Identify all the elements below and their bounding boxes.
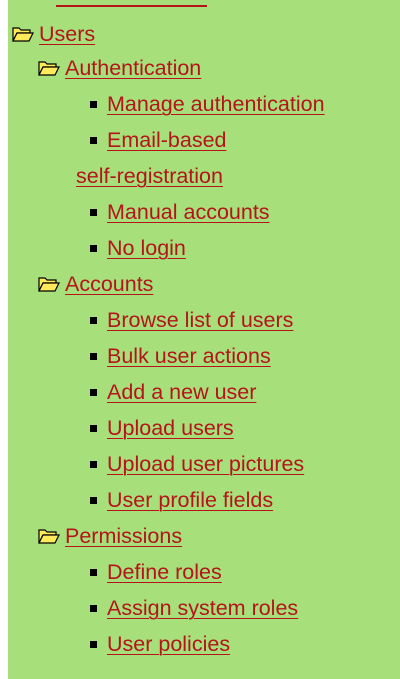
open-folder-icon (12, 27, 34, 42)
upload-users-link[interactable]: Upload users (107, 414, 234, 442)
manage-authentication-link[interactable]: Manage authentication (107, 90, 325, 118)
bullet-icon (90, 604, 97, 612)
users-link[interactable]: Users (39, 20, 95, 48)
bullet-icon (90, 496, 97, 504)
tree-node-permissions[interactable]: Permissions (38, 516, 182, 556)
bullet-icon (90, 388, 97, 396)
admin-navigation-panel: Users Authentication Manage authenticati… (8, 0, 400, 679)
user-policies-link[interactable]: User policies (107, 630, 230, 658)
list-item[interactable]: Email-based (90, 120, 227, 160)
permissions-link[interactable]: Permissions (65, 522, 182, 550)
list-item-continuation[interactable]: self-registration (76, 156, 223, 196)
add-new-user-link[interactable]: Add a new user (107, 378, 256, 406)
list-item[interactable]: User policies (90, 624, 230, 664)
bullet-icon (90, 568, 97, 576)
bullet-icon (90, 244, 97, 252)
list-item[interactable]: User profile fields (90, 480, 273, 520)
list-item[interactable]: Upload user pictures (90, 444, 304, 484)
upload-user-pictures-link[interactable]: Upload user pictures (107, 450, 304, 478)
list-item[interactable]: Assign system roles (90, 588, 298, 628)
bullet-icon (90, 208, 97, 216)
list-item[interactable]: Bulk user actions (90, 336, 271, 376)
bullet-icon (90, 352, 97, 360)
self-registration-link-line2[interactable]: self-registration (76, 162, 223, 190)
list-item[interactable]: No login (90, 228, 186, 268)
tree-node-authentication[interactable]: Authentication (38, 48, 201, 88)
list-item[interactable]: Upload users (90, 408, 234, 448)
accounts-link[interactable]: Accounts (65, 270, 153, 298)
bullet-icon (90, 316, 97, 324)
user-profile-fields-link[interactable]: User profile fields (107, 486, 273, 514)
list-item[interactable]: Manage authentication (90, 84, 325, 124)
list-item[interactable]: Define roles (90, 552, 222, 592)
manual-accounts-link[interactable]: Manual accounts (107, 198, 270, 226)
bullet-icon (90, 136, 97, 144)
email-based-link-line1[interactable]: Email-based (107, 126, 227, 154)
define-roles-link[interactable]: Define roles (107, 558, 222, 586)
no-login-link[interactable]: No login (107, 234, 186, 262)
open-folder-icon (38, 277, 60, 292)
list-item[interactable]: Add a new user (90, 372, 256, 412)
list-item[interactable]: Manual accounts (90, 192, 270, 232)
bulk-user-actions-link[interactable]: Bulk user actions (107, 342, 271, 370)
bullet-icon (90, 100, 97, 108)
browse-users-link[interactable]: Browse list of users (107, 306, 293, 334)
bullet-icon (90, 424, 97, 432)
list-item[interactable]: Browse list of users (90, 300, 293, 340)
bullet-icon (90, 460, 97, 468)
authentication-link[interactable]: Authentication (65, 54, 201, 82)
open-folder-icon (38, 61, 60, 76)
open-folder-icon (38, 529, 60, 544)
tree-node-accounts[interactable]: Accounts (38, 264, 153, 304)
assign-system-roles-link[interactable]: Assign system roles (107, 594, 298, 622)
previous-item-underline (56, 5, 207, 7)
bullet-icon (90, 640, 97, 648)
